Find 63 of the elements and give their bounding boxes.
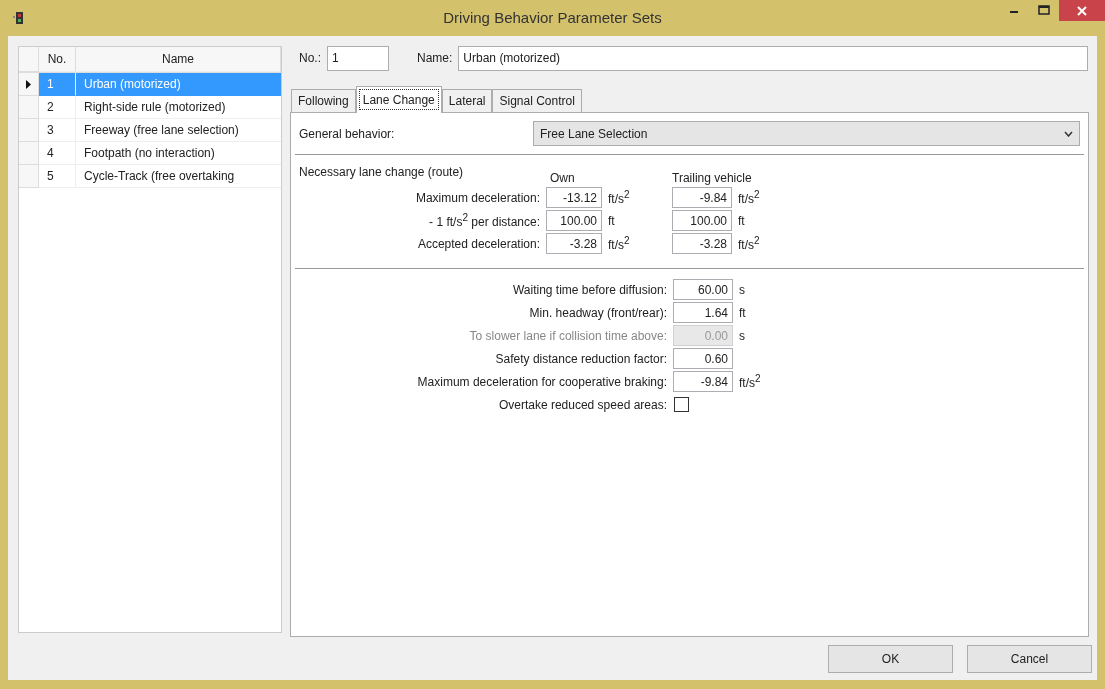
unit-label: ft	[737, 213, 745, 228]
number-field[interactable]: -13.12	[546, 187, 602, 208]
dialog-button[interactable]: OK	[828, 644, 953, 673]
close-button[interactable]	[1059, 0, 1105, 21]
field-label: No.:	[299, 51, 321, 65]
number-field[interactable]: 1.64	[673, 302, 733, 323]
maximize-icon	[1038, 5, 1050, 15]
table-cell[interactable]: 2	[39, 96, 76, 119]
tab[interactable]: Lateral	[441, 89, 493, 112]
close-icon	[1077, 5, 1087, 16]
number-field[interactable]: 100.00	[546, 210, 602, 231]
column-header: Own	[549, 170, 576, 185]
tab[interactable]: Signal Control	[492, 89, 582, 112]
table-cell[interactable]: 4	[39, 142, 76, 165]
table-cell[interactable]: Right-side rule (motorized)	[76, 96, 281, 119]
app-icon	[12, 10, 26, 26]
column-header[interactable]: No.	[39, 47, 76, 72]
number-field[interactable]: 1	[327, 45, 389, 71]
table-cell[interactable]: Footpath (no interaction)	[76, 142, 281, 165]
field-label: Maximum deceleration for cooperative braking:	[416, 374, 668, 389]
current-row-icon	[26, 79, 31, 89]
number-field[interactable]: -9.84	[672, 187, 732, 208]
field-label: To slower lane if collision time above:	[468, 328, 668, 343]
field-label: Min. headway (front/rear):	[528, 305, 668, 320]
field-label: Waiting time before diffusion:	[511, 282, 668, 297]
checkbox[interactable]	[674, 397, 689, 412]
table-cell[interactable]: Cycle-Track (free overtaking	[76, 165, 281, 188]
behavior-dropdown[interactable]: Free Lane Selection	[533, 121, 1080, 146]
tab[interactable]: Following	[291, 89, 356, 112]
dialog-button[interactable]: Cancel	[967, 644, 1092, 673]
section-title: Necessary lane change (route)	[299, 165, 465, 179]
table-cell[interactable]: 3	[39, 119, 76, 142]
field-label: Name:	[416, 51, 453, 65]
unit-label: ft	[738, 305, 746, 320]
field-label: Accepted deceleration:	[416, 236, 541, 251]
caret-icon	[1064, 130, 1073, 137]
table-cell[interactable]: Freeway (free lane selection)	[76, 119, 281, 142]
column-header: Trailing vehicle	[672, 170, 753, 185]
unit-label: s	[738, 328, 745, 343]
checkbox-label: Overtake reduced speed areas:	[497, 397, 668, 412]
unit-label: ft/s$^{2}$	[738, 376, 761, 390]
table-cell[interactable]: 5	[39, 165, 76, 188]
number-field[interactable]: -3.28	[672, 233, 732, 254]
field-label: Maximum deceleration:	[414, 190, 541, 205]
unit-label: s	[738, 282, 745, 297]
unit-label: ft/s$^{2}$	[737, 192, 760, 206]
unit-label: ft/s$^{2}$	[607, 192, 630, 206]
window-title: Driving Behavior Parameter Sets	[443, 9, 662, 26]
unit-label: ft/s$^{2}$	[607, 238, 630, 252]
name-field[interactable]: Urban (motorized)	[458, 45, 1088, 71]
tab[interactable]: Lane Change	[355, 86, 442, 113]
unit-label: ft/s$^{2}$	[737, 238, 760, 252]
field-label: - 1 ft/s$^{2}$ per distance:	[428, 212, 541, 229]
number-field[interactable]: -9.84	[673, 371, 733, 392]
number-field[interactable]: 60.00	[673, 279, 733, 300]
row-header[interactable]	[19, 73, 39, 96]
field-label: Safety distance reduction factor:	[494, 351, 668, 366]
column-header[interactable]: Name	[76, 47, 281, 72]
field-label: General behavior:	[299, 126, 396, 141]
number-field[interactable]: 100.00	[672, 210, 732, 231]
unit-label: ft	[607, 213, 615, 228]
number-field[interactable]: -3.28	[546, 233, 602, 254]
number-field[interactable]: 0.60	[673, 348, 733, 369]
